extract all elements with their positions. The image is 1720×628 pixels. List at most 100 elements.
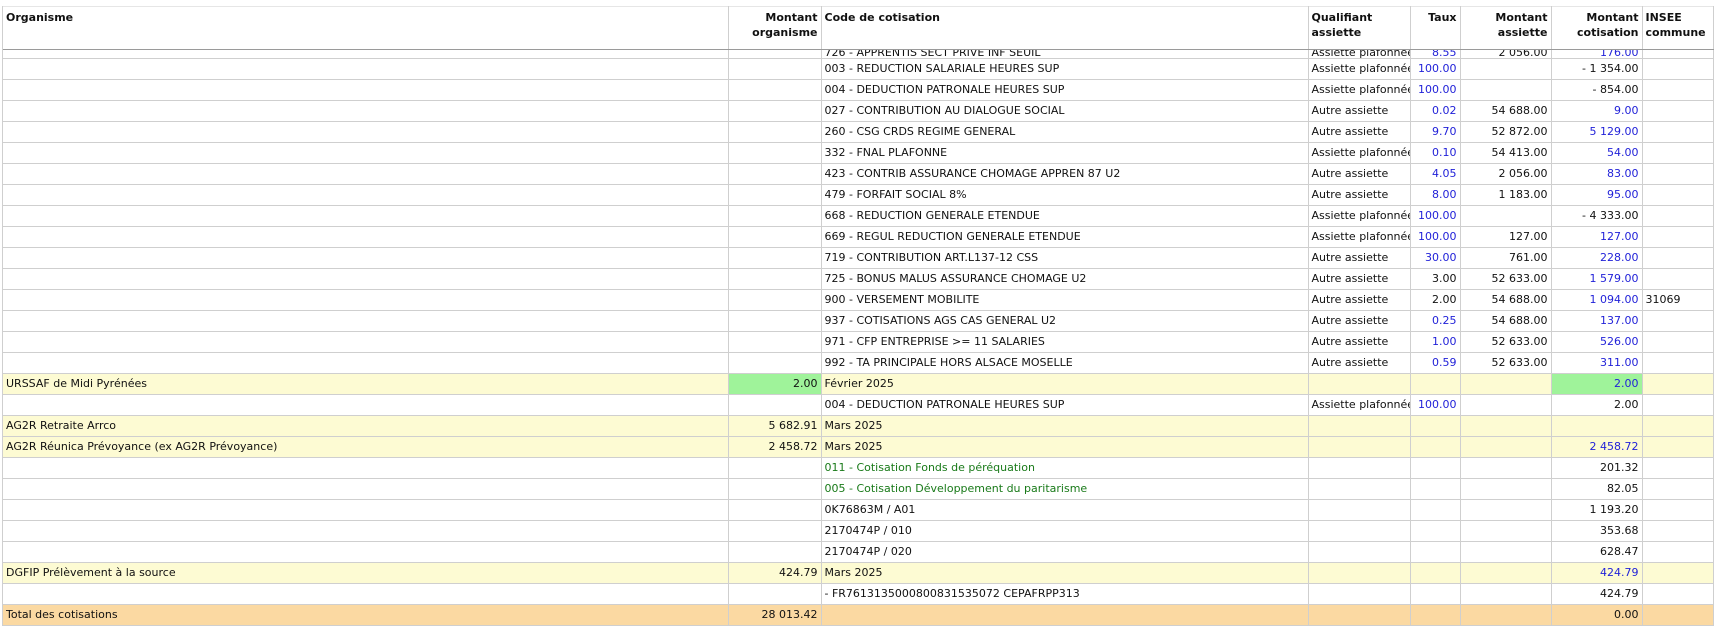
cell-taux <box>1410 415 1461 437</box>
cell-montant-organisme <box>728 226 822 248</box>
table-row[interactable]: 668 - REDUCTION GENERALE ETENDUE Assiette… <box>3 205 1714 227</box>
cell-code-cotisation: 260 - CSG CRDS REGIME GENERAL <box>821 121 1309 143</box>
col-header-qualifiant-assiette[interactable]: Qualifiant assiette <box>1308 6 1411 50</box>
table-row[interactable]: 011 - Cotisation Fonds de péréquation 201… <box>3 457 1714 479</box>
cell-insee-commune <box>1642 184 1714 206</box>
cell-montant-cotisation: - 854.00 <box>1551 79 1643 101</box>
cell-code-cotisation: 726 - APPRENTIS SECT PRIVE INF SEUIL <box>821 49 1309 59</box>
table-row[interactable]: 003 - REDUCTION SALARIALE HEURES SUP Assi… <box>3 58 1714 80</box>
cell-insee-commune <box>1642 541 1714 563</box>
cell-montant-assiette <box>1460 79 1552 101</box>
cell-organisme <box>3 310 729 332</box>
cell-montant-cotisation: 1 579.00 <box>1551 268 1643 290</box>
cell-qualifiant-assiette <box>1308 604 1411 626</box>
cell-insee-commune <box>1642 142 1714 164</box>
cell-taux <box>1410 478 1461 500</box>
cell-montant-assiette: 52 633.00 <box>1460 352 1552 374</box>
cell-organisme <box>3 184 729 206</box>
cell-montant-organisme <box>728 163 822 185</box>
organisme-row[interactable]: AG2R Réunica Prévoyance (ex AG2R Prévoya… <box>3 436 1714 458</box>
table-row[interactable]: 719 - CONTRIBUTION ART.L137-12 CSS Autre … <box>3 247 1714 269</box>
table-row[interactable]: 005 - Cotisation Développement du parita… <box>3 478 1714 500</box>
cell-organisme <box>3 247 729 269</box>
col-header-code-cotisation[interactable]: Code de cotisation <box>821 6 1309 50</box>
table-row[interactable]: 2170474P / 010 353.68 <box>3 520 1714 542</box>
cell-insee-commune <box>1642 520 1714 542</box>
table-row[interactable]: - FR7613135000800831535072 CEPAFRPP313 42… <box>3 583 1714 605</box>
cell-montant-assiette <box>1460 205 1552 227</box>
table-row[interactable]: 004 - DEDUCTION PATRONALE HEURES SUP Assi… <box>3 79 1714 101</box>
cell-insee-commune: 31069 <box>1642 289 1714 311</box>
table-row[interactable]: 971 - CFP ENTREPRISE >= 11 SALARIES Autre… <box>3 331 1714 353</box>
cell-organisme <box>3 331 729 353</box>
cell-montant-cotisation: 5 129.00 <box>1551 121 1643 143</box>
table-row[interactable]: 726 - APPRENTIS SECT PRIVE INF SEUIL Assi… <box>3 49 1714 59</box>
cell-code-cotisation: 011 - Cotisation Fonds de péréquation <box>821 457 1309 479</box>
organisme-row[interactable]: DGFIP Prélèvement à la source 424.79 Mars … <box>3 562 1714 584</box>
table-row[interactable]: 260 - CSG CRDS REGIME GENERAL Autre assie… <box>3 121 1714 143</box>
cell-organisme <box>3 121 729 143</box>
table-row[interactable]: 669 - REGUL REDUCTION GENERALE ETENDUE As… <box>3 226 1714 248</box>
cell-code-cotisation: Mars 2025 <box>821 562 1309 584</box>
col-header-taux[interactable]: Taux <box>1410 6 1461 50</box>
cell-code-cotisation: 2170474P / 020 <box>821 541 1309 563</box>
table-row[interactable]: 027 - CONTRIBUTION AU DIALOGUE SOCIAL Aut… <box>3 100 1714 122</box>
cell-code-cotisation: 423 - CONTRIB ASSURANCE CHOMAGE APPREN 8… <box>821 163 1309 185</box>
cell-qualifiant-assiette: Autre assiette <box>1308 184 1411 206</box>
cell-taux <box>1410 373 1461 395</box>
cell-montant-assiette <box>1460 583 1552 605</box>
cell-insee-commune <box>1642 310 1714 332</box>
table-row[interactable]: 900 - VERSEMENT MOBILITE Autre assiette 2.… <box>3 289 1714 311</box>
cell-organisme: DGFIP Prélèvement à la source <box>3 562 729 584</box>
table-row[interactable]: 004 - DEDUCTION PATRONALE HEURES SUP Assi… <box>3 394 1714 416</box>
cell-taux: 2.00 <box>1410 289 1461 311</box>
cell-montant-organisme <box>728 331 822 353</box>
cell-montant-assiette <box>1460 373 1552 395</box>
col-header-organisme[interactable]: Organisme <box>3 6 729 50</box>
col-header-insee-commune[interactable]: INSEE commune <box>1642 6 1714 50</box>
col-header-montant-organisme[interactable]: Montant organisme <box>728 6 822 50</box>
table-row[interactable]: 992 - TA PRINCIPALE HORS ALSACE MOSELLE A… <box>3 352 1714 374</box>
table-row[interactable]: 423 - CONTRIB ASSURANCE CHOMAGE APPREN 8… <box>3 163 1714 185</box>
cell-qualifiant-assiette: Assiette plafonnée <box>1308 49 1411 59</box>
cell-montant-assiette: 54 688.00 <box>1460 310 1552 332</box>
cell-organisme <box>3 394 729 416</box>
cell-montant-assiette: 127.00 <box>1460 226 1552 248</box>
cell-code-cotisation: 332 - FNAL PLAFONNE <box>821 142 1309 164</box>
col-header-montant-cotisation[interactable]: Montant cotisation <box>1551 6 1643 50</box>
col-header-montant-assiette[interactable]: Montant assiette <box>1460 6 1552 50</box>
cell-taux <box>1410 583 1461 605</box>
organisme-row[interactable]: AG2R Retraite Arrco 5 682.91 Mars 2025 <box>3 415 1714 437</box>
cell-montant-assiette <box>1460 520 1552 542</box>
table-row[interactable]: 0K76863M / A01 1 193.20 <box>3 499 1714 521</box>
cell-insee-commune <box>1642 394 1714 416</box>
table-row[interactable]: 937 - COTISATIONS AGS CAS GENERAL U2 Autr… <box>3 310 1714 332</box>
cell-organisme <box>3 163 729 185</box>
cell-organisme <box>3 268 729 290</box>
cell-taux <box>1410 520 1461 542</box>
cell-montant-cotisation: 424.79 <box>1551 562 1643 584</box>
table-row[interactable]: 479 - FORFAIT SOCIAL 8% Autre assiette 8.0… <box>3 184 1714 206</box>
cell-montant-assiette: 52 872.00 <box>1460 121 1552 143</box>
cell-taux: 0.25 <box>1410 310 1461 332</box>
table-row[interactable]: 2170474P / 020 628.47 <box>3 541 1714 563</box>
organisme-row[interactable]: URSSAF de Midi Pyrénées 2.00 Février 2025 2… <box>3 373 1714 395</box>
cell-montant-cotisation: 2.00 <box>1551 394 1643 416</box>
cell-montant-cotisation: 176.00 <box>1551 49 1643 59</box>
cell-qualifiant-assiette: Autre assiette <box>1308 289 1411 311</box>
cell-taux <box>1410 541 1461 563</box>
cell-insee-commune <box>1642 331 1714 353</box>
cell-insee-commune <box>1642 457 1714 479</box>
table-row[interactable]: 332 - FNAL PLAFONNE Assiette plafonnée 0.1… <box>3 142 1714 164</box>
cell-montant-organisme <box>728 58 822 80</box>
cell-montant-assiette <box>1460 604 1552 626</box>
cell-insee-commune <box>1642 121 1714 143</box>
total-row[interactable]: Total des cotisations 28 013.42 0.00 <box>3 604 1714 626</box>
cell-qualifiant-assiette: Assiette plafonnée <box>1308 58 1411 80</box>
table-row[interactable]: 725 - BONUS MALUS ASSURANCE CHOMAGE U2 Au… <box>3 268 1714 290</box>
cell-qualifiant-assiette: Autre assiette <box>1308 331 1411 353</box>
cell-code-cotisation: 479 - FORFAIT SOCIAL 8% <box>821 184 1309 206</box>
cell-montant-organisme: 2 458.72 <box>728 436 822 458</box>
cell-taux: 0.10 <box>1410 142 1461 164</box>
cell-taux: 30.00 <box>1410 247 1461 269</box>
